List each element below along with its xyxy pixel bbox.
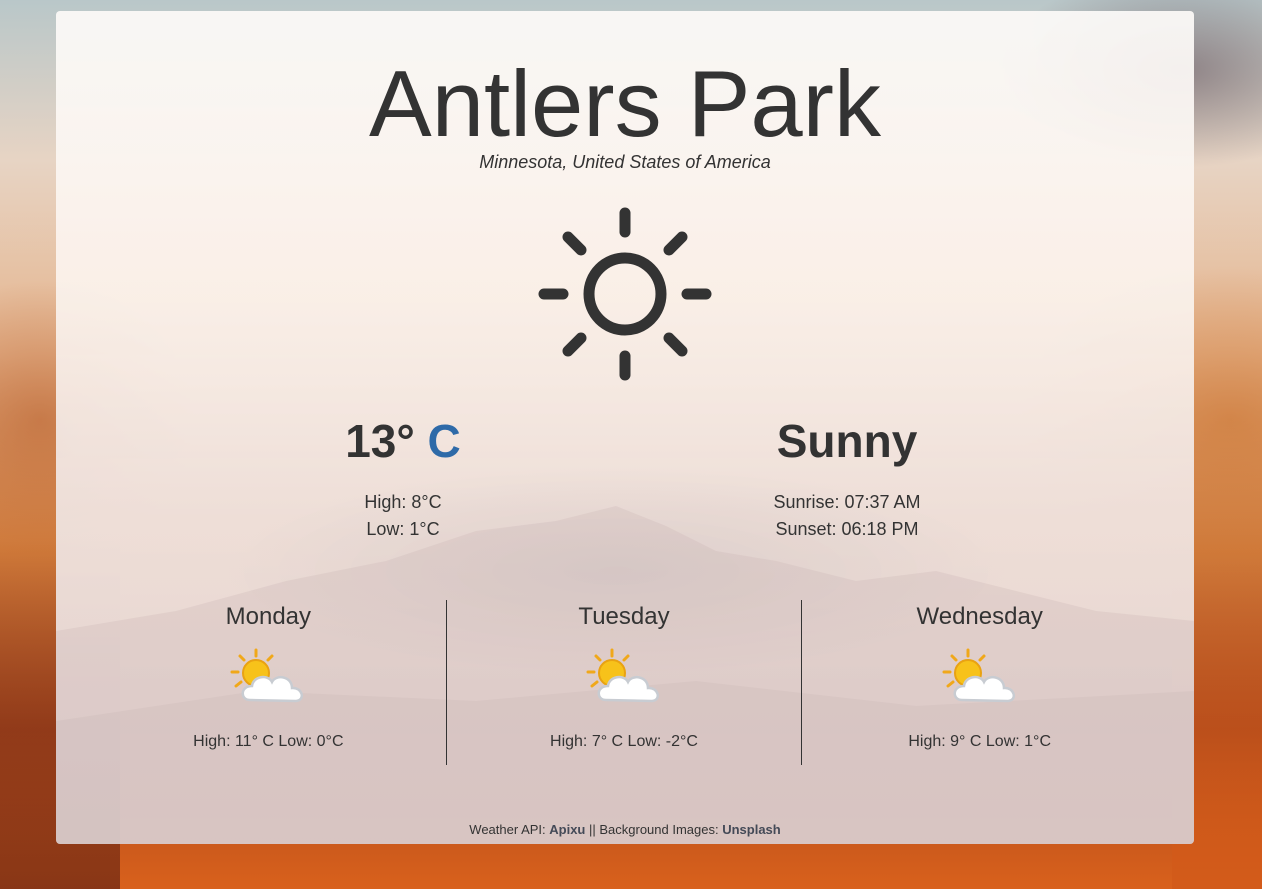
partly-cloudy-icon: [942, 648, 1015, 703]
current-condition: Sunny: [776, 415, 918, 467]
forecast-high-low: High: 9° C Low: 1°C: [908, 733, 1051, 750]
forecast-day-name: Wednesday: [916, 603, 1043, 630]
sunset-time: Sunset: 06:18 PM: [775, 519, 919, 539]
temperature-value: 13°: [345, 415, 415, 467]
today-high-low: High: 8°C Low: 1°C: [244, 489, 562, 543]
forecast-day: Tuesday High: 7° C Low: -2°C: [445, 600, 802, 765]
forecast-high-low: High: 7° C Low: -2°C: [550, 733, 698, 750]
forecast-day-name: Tuesday: [578, 603, 670, 630]
sun-icon: [538, 207, 712, 381]
partly-cloudy-icon: [586, 648, 660, 703]
current-temperature: 13° C: [244, 413, 562, 469]
today-high: High: 8°C: [364, 492, 442, 512]
sunrise-time: Sunrise: 07:37 AM: [773, 492, 921, 512]
region-name: Minnesota, United States of America: [479, 152, 771, 172]
apixu-link[interactable]: Apixu: [549, 822, 585, 837]
today-low: Low: 1°C: [366, 519, 440, 539]
footer-api-label: Weather API:: [469, 822, 550, 837]
city-name: Antlers Park: [369, 51, 881, 156]
forecast-high-low: High: 11° C Low: 0°C: [193, 733, 344, 750]
forecast-row: Monday High: 11° C Low: 0°C Tuesday High…: [91, 600, 1157, 765]
forecast-day-name: Monday: [225, 603, 312, 630]
partly-cloudy-icon: [230, 648, 304, 703]
temperature-unit-toggle[interactable]: C: [428, 415, 461, 467]
footer-separator: || Background Images:: [585, 822, 723, 837]
unsplash-link[interactable]: Unsplash: [722, 822, 781, 837]
forecast-day: Wednesday High: 9° C Low: 1°C: [801, 600, 1157, 765]
forecast-day: Monday High: 11° C Low: 0°C: [91, 600, 446, 765]
weather-card: Antlers Park Minnesota, United States of…: [56, 11, 1194, 844]
footer-credits: Weather API: Apixu || Background Images:…: [56, 822, 1194, 837]
sun-times: Sunrise: 07:37 AM Sunset: 06:18 PM: [688, 489, 1006, 543]
